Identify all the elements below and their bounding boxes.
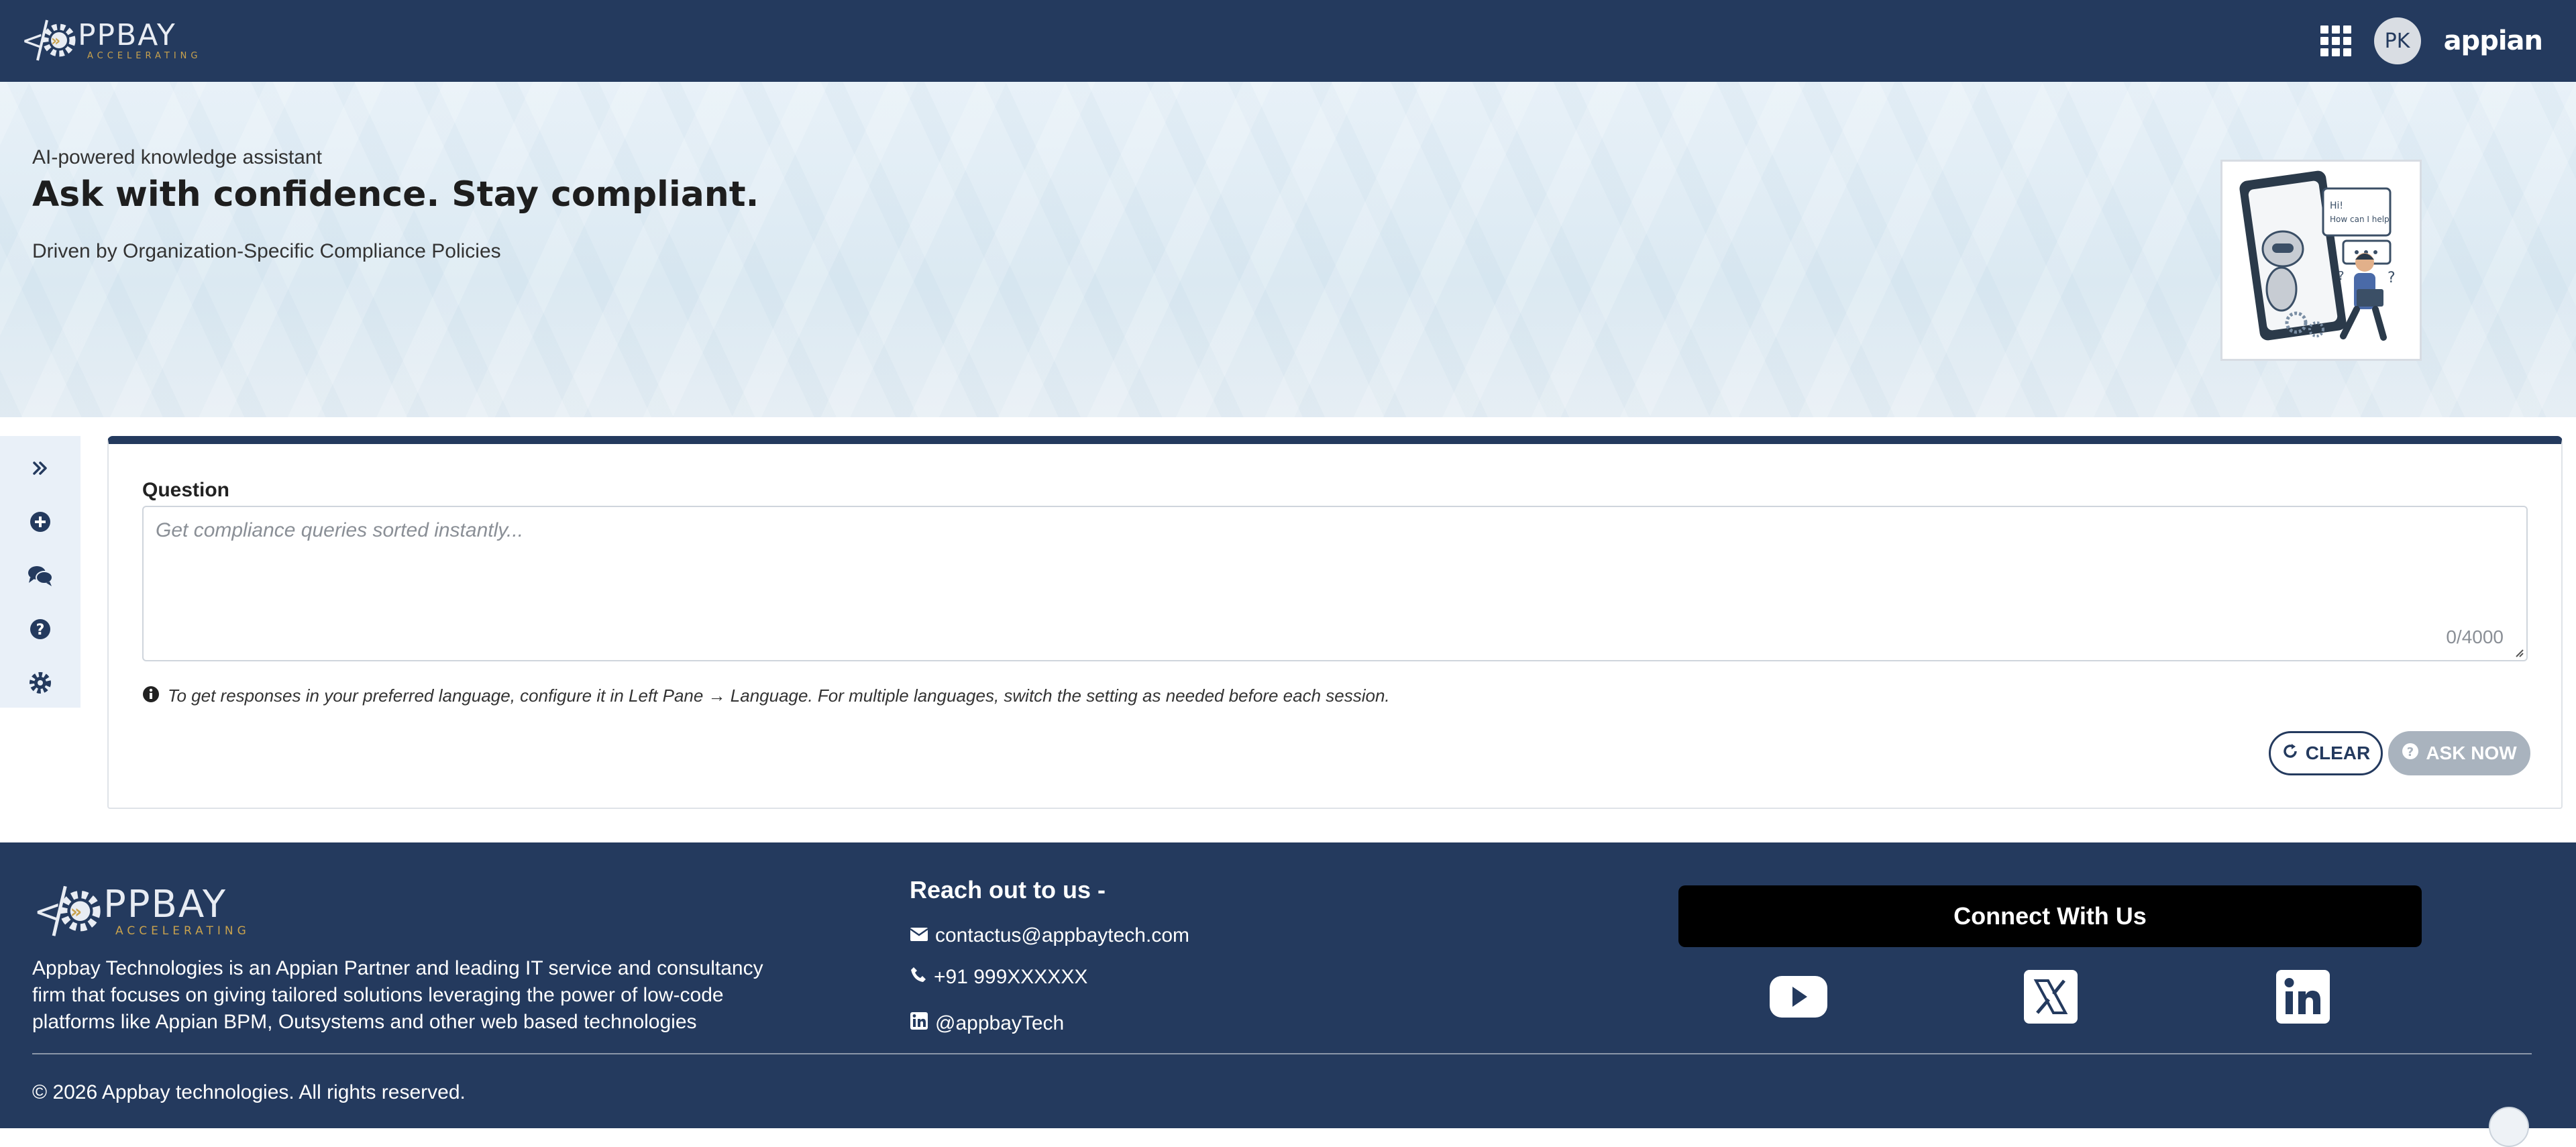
top-bar: < » PPBAY ACCELERATING PK appian <box>0 0 2576 82</box>
youtube-icon[interactable] <box>1768 970 1829 1024</box>
svg-text:?: ? <box>36 622 45 639</box>
page-title: Ask with confidence. Stay compliant. <box>32 174 759 215</box>
linkedin-contact[interactable]: @appbayTech <box>910 1012 1064 1036</box>
svg-text:?: ? <box>2338 269 2345 283</box>
question-label: Question <box>142 479 230 501</box>
hero-banner: AI-powered knowledge assistant Ask with … <box>0 82 2576 417</box>
clear-button[interactable]: CLEAR <box>2269 731 2383 775</box>
chat-launcher-icon[interactable] <box>2489 1107 2529 1147</box>
svg-text:»: » <box>51 33 60 50</box>
appian-brand: appian <box>2443 25 2543 56</box>
question-placeholder: Get compliance queries sorted instantly.… <box>156 519 524 541</box>
envelope-icon <box>910 924 928 947</box>
robot-assistant-illustration: Hi! How can I help ? ? <box>2220 160 2422 361</box>
svg-text:»: » <box>70 902 83 922</box>
character-counter: 0/4000 <box>2446 626 2504 647</box>
svg-text:?: ? <box>2387 270 2396 286</box>
resize-grip-icon[interactable] <box>2513 647 2524 657</box>
appbay-logo[interactable]: < » PPBAY ACCELERATING <box>20 12 201 70</box>
ask-now-label: ASK NOW <box>2426 743 2517 763</box>
info-icon <box>142 686 160 706</box>
footer: < » PPBAY ACCELERATING Appbay Technologi… <box>0 842 2576 1128</box>
email-text: contactus@appbaytech.com <box>935 924 1189 946</box>
question-circle-icon: ? <box>2402 743 2419 765</box>
logo-tagline: ACCELERATING <box>87 51 202 61</box>
gear-code-logo-icon: < » <box>20 11 78 72</box>
company-description: Appbay Technologies is an Appian Partner… <box>32 957 763 1033</box>
ask-now-button[interactable]: ? ASK NOW <box>2388 731 2530 775</box>
footer-divider <box>32 1053 2532 1054</box>
footer-logo: < » PPBAY ACCELERATING <box>32 876 250 947</box>
add-circle-icon[interactable] <box>27 508 54 535</box>
gear-icon[interactable] <box>27 669 54 696</box>
hero-eyebrow: AI-powered knowledge assistant <box>32 146 322 168</box>
linkedin-icon[interactable] <box>2273 970 2333 1024</box>
logo-name: PPBAY <box>78 18 176 52</box>
reach-out-title: Reach out to us - <box>910 876 1106 904</box>
chat-icon[interactable] <box>27 562 54 589</box>
linkedin-text: @appbayTech <box>935 1012 1065 1034</box>
avatar[interactable]: PK <box>2373 17 2421 64</box>
email-contact[interactable]: contactus@appbaytech.com <box>910 924 1189 947</box>
x-icon[interactable] <box>2021 970 2081 1024</box>
gear-code-logo-icon: < » <box>32 875 103 949</box>
connect-with-us-banner: Connect With Us <box>1678 885 2422 947</box>
copyright-text: © 2026 Appbay technologies. All rights r… <box>32 1081 466 1103</box>
question-textarea[interactable]: Get compliance queries sorted instantly.… <box>142 506 2528 661</box>
linkedin-small-icon <box>910 1012 928 1036</box>
phone-text: +91 999XXXXXX <box>934 966 1088 988</box>
phone-icon <box>910 966 927 989</box>
logo-name: PPBAY <box>103 883 227 926</box>
question-card: Question Get compliance queries sorted i… <box>107 436 2563 809</box>
svg-text:How can I help: How can I help <box>2330 215 2390 224</box>
app-grid-icon[interactable] <box>2320 25 2351 56</box>
svg-text:Hi!: Hi! <box>2330 201 2343 211</box>
expand-icon[interactable] <box>27 455 54 482</box>
language-info-text: To get responses in your preferred langu… <box>168 686 1390 706</box>
help-icon[interactable]: ? <box>27 616 54 643</box>
phone-contact[interactable]: +91 999XXXXXX <box>910 966 1087 989</box>
clear-label: CLEAR <box>2305 743 2371 763</box>
hero-subtitle: Driven by Organization-Specific Complian… <box>32 240 501 262</box>
svg-text:?: ? <box>2407 745 2414 759</box>
logo-tagline: ACCELERATING <box>115 924 250 938</box>
refresh-icon <box>2282 743 2299 765</box>
left-pane: ? <box>0 436 80 708</box>
